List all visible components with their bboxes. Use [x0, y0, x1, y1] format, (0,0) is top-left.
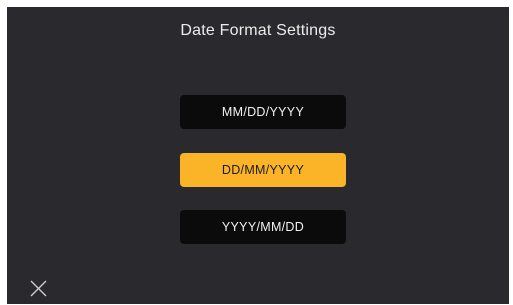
option-label: MM/DD/YYYY	[221, 105, 305, 119]
option-label: DD/MM/YYYY	[221, 163, 305, 177]
page-title: Date Format Settings	[180, 22, 336, 39]
option-label: YYYY/MM/DD	[221, 220, 305, 234]
close-icon[interactable]	[30, 280, 47, 297]
option-yyyy-mm-dd[interactable]: YYYY/MM/DD	[180, 210, 346, 244]
option-mm-dd-yyyy[interactable]: MM/DD/YYYY	[180, 95, 346, 129]
date-format-settings-screen: Date Format Settings MM/DD/YYYY DD/MM/YY…	[7, 7, 509, 304]
option-dd-mm-yyyy[interactable]: DD/MM/YYYY	[180, 153, 346, 187]
